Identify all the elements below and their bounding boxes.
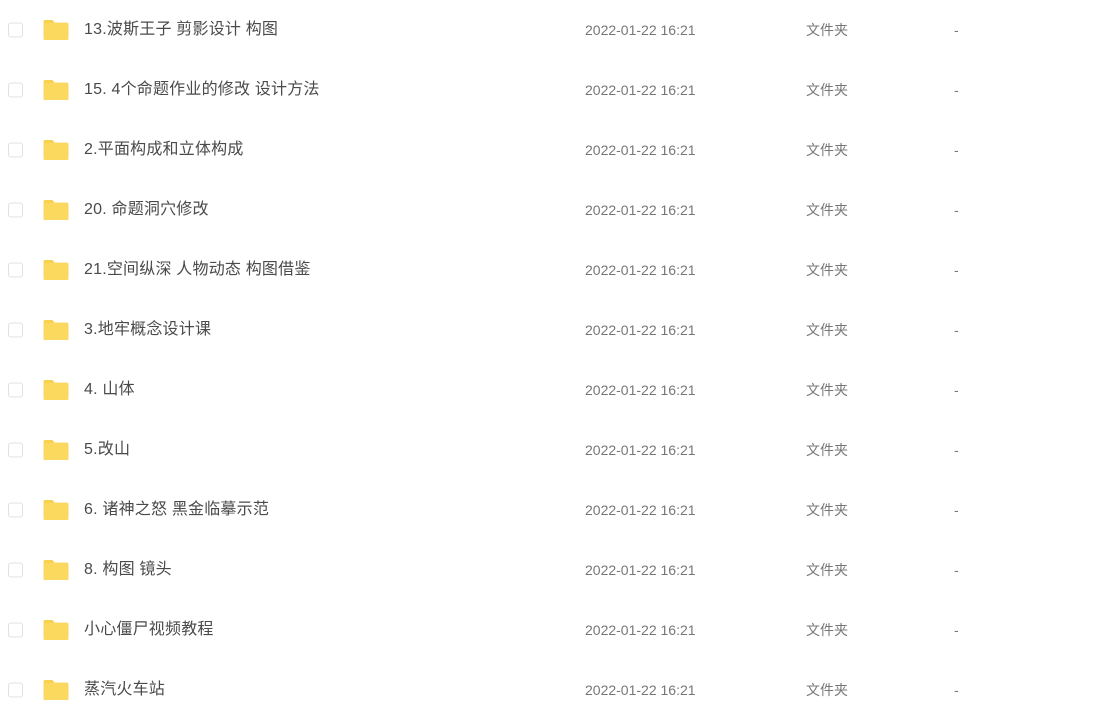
file-type: 文件夹 [806, 382, 848, 398]
file-modified-date: 2022-01-22 16:21 [585, 502, 696, 518]
file-name[interactable]: 2.平面构成和立体构成 [84, 139, 244, 161]
folder-icon [43, 20, 69, 40]
folder-icon [43, 200, 69, 220]
file-size: - [954, 682, 959, 698]
file-row[interactable]: 蒸汽火车站 2022-01-22 16:21 文件夹 - [0, 660, 1116, 706]
folder-icon [43, 140, 69, 160]
file-list: 13.波斯王子 剪影设计 构图 2022-01-22 16:21 文件夹 - 1… [0, 0, 1116, 706]
file-name[interactable]: 5.改山 [84, 439, 130, 461]
file-modified-date: 2022-01-22 16:21 [585, 82, 696, 98]
folder-icon [43, 260, 69, 280]
file-modified-date: 2022-01-22 16:21 [585, 442, 696, 458]
file-name[interactable]: 小心僵尸视频教程 [84, 619, 214, 641]
file-row[interactable]: 3.地牢概念设计课 2022-01-22 16:21 文件夹 - [0, 300, 1116, 360]
row-checkbox[interactable] [8, 382, 23, 398]
row-checkbox[interactable] [8, 202, 23, 218]
row-checkbox[interactable] [8, 82, 23, 98]
file-type: 文件夹 [806, 322, 848, 338]
file-type: 文件夹 [806, 202, 848, 218]
file-modified-date: 2022-01-22 16:21 [585, 382, 696, 398]
row-checkbox[interactable] [8, 682, 23, 698]
row-checkbox[interactable] [8, 562, 23, 578]
file-name[interactable]: 4. 山体 [84, 379, 135, 401]
file-type: 文件夹 [806, 682, 848, 698]
file-type: 文件夹 [806, 562, 848, 578]
file-name[interactable]: 蒸汽火车站 [84, 679, 165, 701]
file-row[interactable]: 4. 山体 2022-01-22 16:21 文件夹 - [0, 360, 1116, 420]
file-type: 文件夹 [806, 442, 848, 458]
file-size: - [954, 22, 959, 38]
row-checkbox[interactable] [8, 22, 23, 38]
row-checkbox[interactable] [8, 442, 23, 458]
file-type: 文件夹 [806, 142, 848, 158]
file-type: 文件夹 [806, 22, 848, 38]
file-row[interactable]: 小心僵尸视频教程 2022-01-22 16:21 文件夹 - [0, 600, 1116, 660]
file-modified-date: 2022-01-22 16:21 [585, 262, 696, 278]
folder-icon [43, 560, 69, 580]
file-row[interactable]: 8. 构图 镜头 2022-01-22 16:21 文件夹 - [0, 540, 1116, 600]
file-row[interactable]: 6. 诸神之怒 黑金临摹示范 2022-01-22 16:21 文件夹 - [0, 480, 1116, 540]
file-type: 文件夹 [806, 262, 848, 278]
row-checkbox[interactable] [8, 142, 23, 158]
file-modified-date: 2022-01-22 16:21 [585, 682, 696, 698]
file-size: - [954, 622, 959, 638]
file-row[interactable]: 20. 命题洞穴修改 2022-01-22 16:21 文件夹 - [0, 180, 1116, 240]
file-browser-list-view: 13.波斯王子 剪影设计 构图 2022-01-22 16:21 文件夹 - 1… [0, 0, 1116, 706]
file-name[interactable]: 8. 构图 镜头 [84, 559, 172, 581]
file-modified-date: 2022-01-22 16:21 [585, 322, 696, 338]
folder-icon [43, 320, 69, 340]
folder-icon [43, 80, 69, 100]
file-size: - [954, 322, 959, 338]
file-name[interactable]: 20. 命题洞穴修改 [84, 199, 209, 221]
file-modified-date: 2022-01-22 16:21 [585, 202, 696, 218]
folder-icon [43, 500, 69, 520]
file-modified-date: 2022-01-22 16:21 [585, 562, 696, 578]
row-checkbox[interactable] [8, 502, 23, 518]
file-name[interactable]: 13.波斯王子 剪影设计 构图 [84, 19, 278, 41]
file-size: - [954, 442, 959, 458]
folder-icon [43, 380, 69, 400]
file-row[interactable]: 13.波斯王子 剪影设计 构图 2022-01-22 16:21 文件夹 - [0, 0, 1116, 60]
file-size: - [954, 382, 959, 398]
file-modified-date: 2022-01-22 16:21 [585, 142, 696, 158]
file-row[interactable]: 2.平面构成和立体构成 2022-01-22 16:21 文件夹 - [0, 120, 1116, 180]
file-size: - [954, 202, 959, 218]
file-modified-date: 2022-01-22 16:21 [585, 22, 696, 38]
file-row[interactable]: 21.空间纵深 人物动态 构图借鉴 2022-01-22 16:21 文件夹 - [0, 240, 1116, 300]
file-size: - [954, 142, 959, 158]
file-name[interactable]: 3.地牢概念设计课 [84, 319, 211, 341]
file-size: - [954, 562, 959, 578]
file-size: - [954, 502, 959, 518]
row-checkbox[interactable] [8, 322, 23, 338]
file-size: - [954, 82, 959, 98]
file-row[interactable]: 5.改山 2022-01-22 16:21 文件夹 - [0, 420, 1116, 480]
row-checkbox[interactable] [8, 262, 23, 278]
row-checkbox[interactable] [8, 622, 23, 638]
file-row[interactable]: 15. 4个命题作业的修改 设计方法 2022-01-22 16:21 文件夹 … [0, 60, 1116, 120]
file-modified-date: 2022-01-22 16:21 [585, 622, 696, 638]
file-type: 文件夹 [806, 82, 848, 98]
folder-icon [43, 620, 69, 640]
folder-icon [43, 680, 69, 700]
file-name[interactable]: 15. 4个命题作业的修改 设计方法 [84, 79, 320, 101]
file-size: - [954, 262, 959, 278]
file-type: 文件夹 [806, 622, 848, 638]
file-name[interactable]: 6. 诸神之怒 黑金临摹示范 [84, 499, 269, 521]
folder-icon [43, 440, 69, 460]
file-name[interactable]: 21.空间纵深 人物动态 构图借鉴 [84, 259, 311, 281]
file-type: 文件夹 [806, 502, 848, 518]
